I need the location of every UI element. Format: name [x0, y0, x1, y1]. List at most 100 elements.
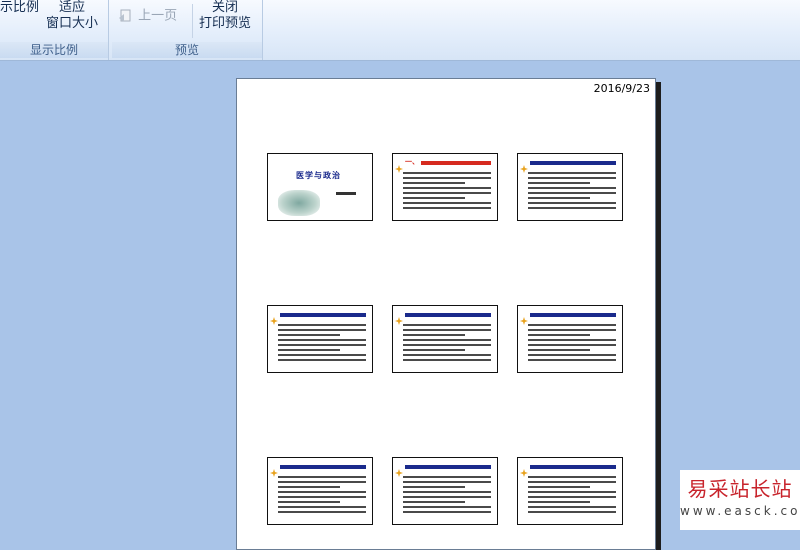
slide-thumbnail-8[interactable]	[392, 457, 498, 525]
slide-thumbnail-9[interactable]	[517, 457, 623, 525]
fit-window-button[interactable]: 适应 窗口大小	[46, 0, 98, 32]
slide-thumbnail-5[interactable]	[392, 305, 498, 373]
prev-page-icon	[119, 9, 131, 22]
slide-text-line	[403, 476, 491, 478]
slide-text-line	[528, 339, 616, 341]
preview-group-label: 预览	[112, 42, 262, 58]
slide-text-line	[528, 197, 590, 199]
slide-text-line	[278, 354, 366, 356]
slide-text-line	[403, 197, 465, 199]
slide-text-line	[278, 334, 340, 336]
slide-title-bar	[530, 161, 616, 165]
slide-text-line	[528, 501, 590, 503]
slide-author-mark	[336, 192, 356, 195]
slide-thumbnail-6[interactable]	[517, 305, 623, 373]
slide-text-line	[278, 344, 366, 346]
slide-text-line	[528, 172, 616, 174]
slide-title-bar	[405, 313, 491, 317]
slide-text-line	[528, 207, 616, 209]
slide-text-line	[403, 192, 491, 194]
slide-text-line	[528, 491, 616, 493]
slide-text-line	[528, 192, 616, 194]
close-preview-label-1: 关闭	[212, 0, 239, 15]
slide-text-line	[403, 177, 491, 179]
slide-text-line	[528, 481, 616, 483]
slide-text-line	[403, 334, 465, 336]
slide-text-line	[528, 359, 616, 361]
slide-text-line	[528, 334, 590, 336]
slide-text-line	[528, 354, 616, 356]
slide-title-bar	[405, 465, 491, 469]
fit-window-label-1: 适应	[59, 0, 86, 15]
slide-text-line	[403, 511, 491, 513]
slide-text-line	[403, 339, 491, 341]
slide-text-line	[403, 202, 491, 204]
slide-bullet-icon	[520, 158, 528, 173]
slide-text-line	[403, 329, 491, 331]
slide-text-line	[528, 177, 616, 179]
watermark-main: 易采站长站	[687, 477, 793, 501]
slide-bullet-icon	[270, 310, 278, 325]
slide-text-line	[528, 202, 616, 204]
page-date: 2016/9/23	[593, 82, 650, 95]
slide-thumbnail-2[interactable]: 一、	[392, 153, 498, 221]
slide-text-line	[528, 349, 590, 351]
slide-title-bar	[530, 313, 616, 317]
close-preview-button[interactable]: 关闭 打印预览	[199, 0, 251, 32]
watermark: 易采站长站 www.easck.com	[680, 470, 800, 530]
zoom-button[interactable]: 示比例	[0, 0, 39, 16]
slide-text-line	[528, 506, 616, 508]
preview-group: 上一页 关闭 打印预览 预览	[112, 0, 263, 60]
slide-text-line	[403, 207, 491, 209]
slide-text-line	[403, 324, 491, 326]
close-preview-label-2: 打印预览	[199, 16, 252, 31]
slide-text-line	[403, 172, 491, 174]
slide-text-line	[528, 329, 616, 331]
prev-page-button[interactable]: 上一页	[118, 8, 177, 25]
slide-text-line	[528, 182, 590, 184]
watermark-url: www.easck.com	[680, 504, 800, 518]
prev-page-label: 上一页	[138, 8, 178, 24]
slide-text-line	[403, 491, 491, 493]
slide-text-line	[278, 324, 366, 326]
slide-text-line	[528, 187, 616, 189]
slide-text-line	[278, 506, 366, 508]
slide-text-line	[403, 481, 491, 483]
slide-text-line	[403, 506, 491, 508]
slide-text-line	[528, 511, 616, 513]
slide-text-line	[278, 496, 366, 498]
slide-thumbnail-4[interactable]	[267, 305, 373, 373]
slide-text-line	[278, 349, 340, 351]
slide-text-line	[278, 491, 366, 493]
slide-text-line	[278, 476, 366, 478]
slide-bullet-icon	[395, 462, 403, 477]
slide-bullet-icon	[270, 462, 278, 477]
slide-title-bar	[280, 465, 366, 469]
slide-text-line	[403, 359, 491, 361]
slide-text-line	[403, 486, 465, 488]
slide-text-line	[403, 182, 465, 184]
slide-thumbnail-1[interactable]: 医学与政治	[267, 153, 373, 221]
slide-bullet-icon	[520, 310, 528, 325]
slide-title-bar	[280, 313, 366, 317]
slide-text-line	[528, 476, 616, 478]
slide-text-line	[403, 349, 465, 351]
slide-text-line	[528, 496, 616, 498]
slide-text-line	[528, 486, 590, 488]
slide-text-line	[403, 501, 465, 503]
slide-title-bar	[530, 465, 616, 469]
slide-text-line	[278, 481, 366, 483]
slide-thumbnail-3[interactable]	[517, 153, 623, 221]
slide-bullet-icon	[520, 462, 528, 477]
slide-text-line	[403, 187, 491, 189]
slide-bullet-icon	[395, 310, 403, 325]
fit-window-label-2: 窗口大小	[46, 16, 99, 31]
preview-page: 2016/9/23 医学与政治 一、	[236, 78, 656, 550]
slide-text-line	[278, 486, 340, 488]
slide-text-line	[278, 511, 366, 513]
slide-text-line	[403, 344, 491, 346]
slide-thumbnail-7[interactable]	[267, 457, 373, 525]
slide-text-line	[278, 501, 340, 503]
slide-text-line	[278, 339, 366, 341]
slide-text-line	[528, 324, 616, 326]
